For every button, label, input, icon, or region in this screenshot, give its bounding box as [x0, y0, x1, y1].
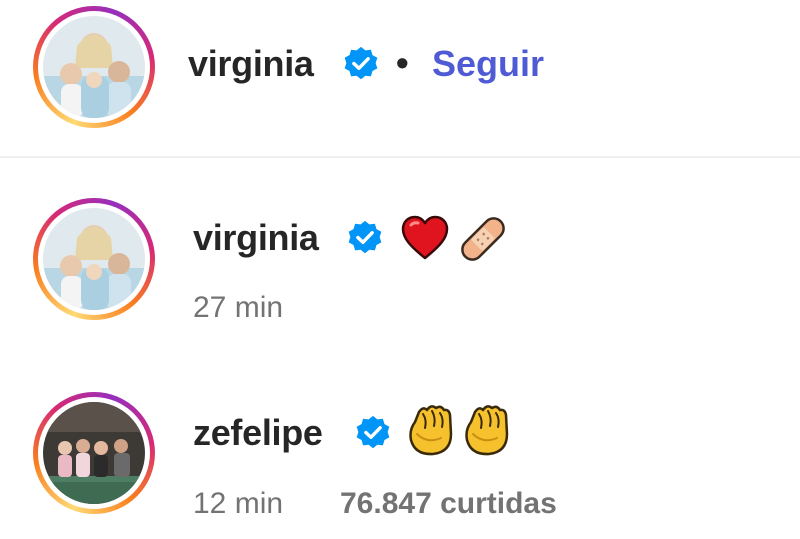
post-author-username[interactable]: virginia: [188, 44, 314, 84]
comment-author-username[interactable]: virginia: [193, 218, 319, 258]
follow-button[interactable]: Seguir: [432, 44, 544, 84]
instagram-post-panel: virginia • Seguir virginia 27 min zefeli…: [0, 0, 800, 539]
verified-badge-icon: [344, 46, 378, 80]
header-divider: [0, 156, 800, 158]
avatar: [43, 16, 145, 118]
red-heart-icon: [401, 215, 449, 260]
clapping-hands-icon: [465, 405, 509, 456]
story-avatar[interactable]: [33, 392, 155, 514]
comment-timestamp: 27 min: [193, 291, 284, 324]
comment-author-username[interactable]: zefelipe: [193, 413, 323, 453]
comment-timestamp: 12 min: [193, 487, 284, 520]
verified-badge-icon: [356, 415, 390, 449]
post-header: virginia • Seguir: [0, 0, 800, 156]
avatar: [43, 208, 145, 310]
story-avatar[interactable]: [33, 198, 155, 320]
likes-count[interactable]: 76.847 curtidas: [340, 487, 557, 521]
avatar: [43, 402, 145, 504]
separator-dot: •: [396, 42, 409, 83]
adhesive-bandage-icon: [461, 217, 505, 261]
story-avatar[interactable]: [33, 6, 155, 128]
clapping-hands-icon: [409, 405, 453, 456]
verified-badge-icon: [348, 220, 382, 254]
